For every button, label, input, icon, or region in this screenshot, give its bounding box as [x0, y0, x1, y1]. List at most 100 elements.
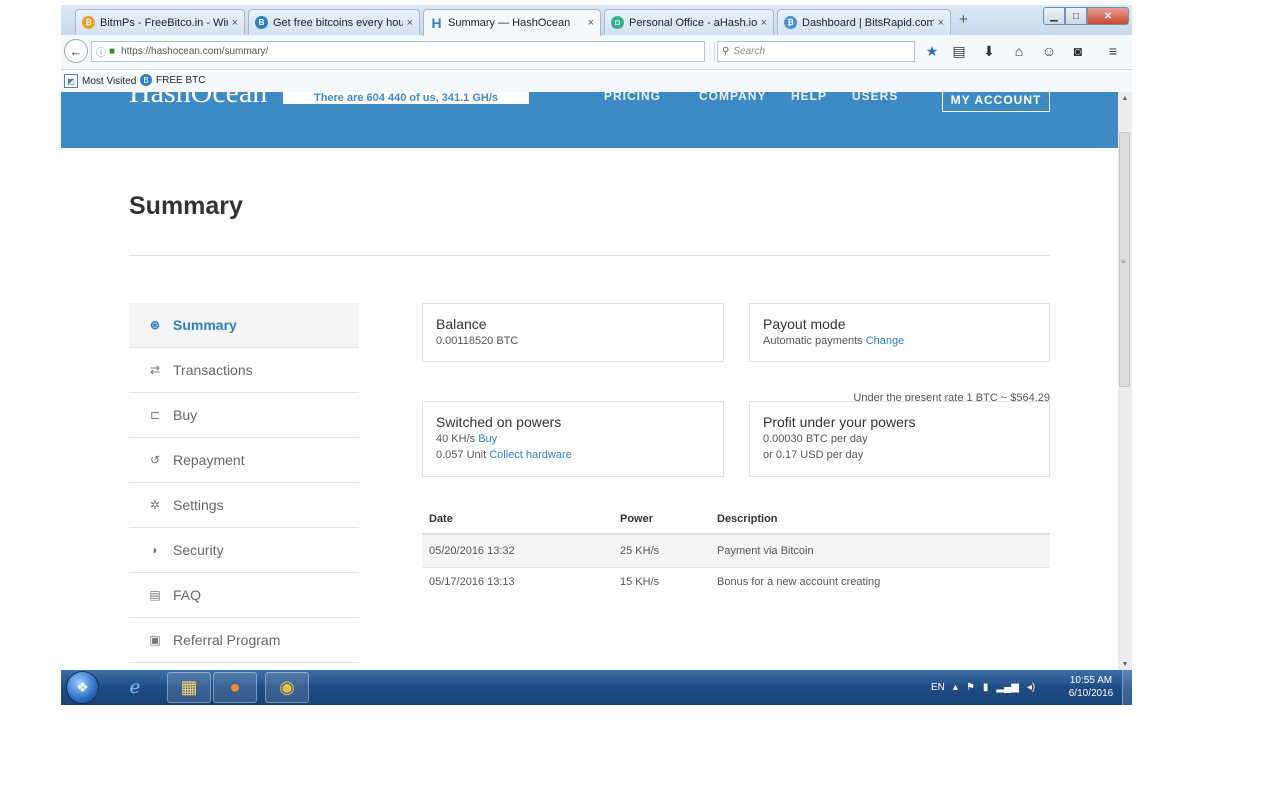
bitcoin-icon: B [140, 74, 152, 86]
shield-icon: ◗ [151, 543, 159, 557]
switched-on-powers-card: Switched on powers 40 KH/s Buy 0.057 Uni… [422, 401, 724, 477]
bookmark-most-visited[interactable]: ◩ Most Visited [64, 74, 136, 88]
sidebar-item-summary[interactable]: ⊛ Summary [129, 303, 359, 348]
close-icon[interactable]: × [761, 17, 767, 29]
bitcoin-icon: ₿ [82, 16, 95, 29]
sidebar-item-label: Referral Program [173, 632, 281, 648]
tab-title: Dashboard | BitsRapid.com [802, 16, 934, 29]
collect-hardware-link[interactable]: Collect hardware [489, 449, 572, 461]
network-signal-icon[interactable]: ▂▄▆ [996, 682, 1018, 693]
close-icon[interactable]: × [938, 17, 944, 29]
powers-value: 40 KH/s [436, 433, 476, 445]
nav-pricing[interactable]: PRICING [604, 92, 661, 103]
windows-logo-icon: ❖ [76, 679, 89, 695]
tab-get-free-bitcoins[interactable]: B Get free bitcoins every hou... × [248, 9, 420, 35]
home-icon[interactable]: ⌂ [1010, 43, 1028, 59]
start-button[interactable]: ❖ [67, 672, 98, 703]
sidebar-item-referral-program[interactable]: ▣ Referral Program [129, 618, 359, 663]
action-center-flag-icon[interactable]: ⚑ [966, 682, 975, 693]
account-sidebar: ⊛ Summary ⇄ Transactions ⊏ Buy ↺ Repayme… [129, 303, 359, 663]
sidebar-item-repayment[interactable]: ↺ Repayment [129, 438, 359, 483]
bookmarks-toolbar: ◩ Most Visited B FREE BTC [61, 70, 1132, 92]
new-tab-button[interactable]: + [959, 11, 968, 28]
internet-explorer-icon[interactable]: ℯ [113, 672, 157, 703]
sidebar-item-buy[interactable]: ⊏ Buy [129, 393, 359, 438]
transactions-table: Date Power Description 05/20/2016 13:32 … [422, 504, 1050, 608]
hello-chat-icon[interactable]: ☺ [1040, 43, 1058, 59]
sidebar-item-settings[interactable]: ✲ Settings [129, 483, 359, 528]
tab-strip: ₿ BitmPs - FreeBitco.in - Win... × B Get… [61, 5, 1132, 36]
site-logo[interactable]: HashOcean [129, 92, 267, 110]
book-icon: ▤ [149, 588, 161, 602]
scroll-down-icon[interactable]: ▼ [1118, 661, 1132, 668]
table-row: 05/20/2016 13:32 25 KH/s Payment via Bit… [422, 534, 1050, 568]
sidebar-item-security[interactable]: ◗ Security [129, 528, 359, 573]
search-placeholder: Search [733, 46, 766, 57]
table-header-row: Date Power Description [422, 504, 1050, 535]
sidebar-item-faq[interactable]: ▤ FAQ [129, 573, 359, 618]
change-payout-link[interactable]: Change [866, 335, 905, 347]
powers-title: Switched on powers [436, 414, 562, 430]
sidebar-item-label: Repayment [173, 452, 245, 468]
nav-company[interactable]: COMPANY [699, 92, 766, 103]
bookmarks-library-icon[interactable]: ▤ [950, 43, 968, 60]
sidebar-item-label: Buy [173, 407, 198, 423]
nav-users[interactable]: USERS [852, 92, 898, 103]
bookmark-label: Most Visited [82, 75, 137, 87]
scroll-up-icon[interactable]: ▲ [1118, 95, 1132, 102]
url-text: https://hashocean.com/summary/ [121, 46, 269, 57]
my-account-button[interactable]: MY ACCOUNT [942, 92, 1050, 112]
grip-icon: ≡ [1121, 257, 1126, 266]
balance-title: Balance [436, 316, 487, 332]
chrome-icon[interactable]: ◉ [265, 672, 309, 703]
close-window-button[interactable]: ✕ [1087, 7, 1129, 25]
tab-bitsrapid[interactable]: ₿ Dashboard | BitsRapid.com × [777, 9, 951, 35]
firefox-icon[interactable]: ● [213, 672, 257, 703]
info-icon[interactable]: ⓘ [96, 44, 106, 59]
maximize-button[interactable]: □ [1065, 7, 1087, 25]
column-header-description: Description [710, 504, 1050, 535]
show-desktop-button[interactable] [1122, 670, 1132, 705]
gear-icon: ✲ [149, 498, 161, 512]
pocket-icon[interactable]: ◙ [1069, 43, 1087, 59]
downloads-icon[interactable]: ⬇ [980, 43, 998, 60]
battery-icon[interactable]: ▮ [983, 682, 989, 693]
profit-title: Profit under your powers [763, 414, 916, 430]
back-arrow-icon: ← [69, 43, 83, 59]
close-icon[interactable]: × [588, 17, 594, 29]
page-title: Summary [129, 192, 243, 220]
clock-time: 10:55 AM [1069, 675, 1113, 686]
search-input[interactable]: ⚲ Search [717, 41, 915, 62]
money-icon: ▣ [149, 633, 161, 647]
tab-title: BitmPs - FreeBitco.in - Win... [100, 16, 228, 29]
cell-power: 15 KH/s [620, 576, 660, 588]
close-icon[interactable]: × [407, 17, 413, 29]
buy-power-link[interactable]: Buy [478, 433, 497, 445]
back-button[interactable]: ← [64, 39, 88, 63]
sidebar-item-transactions[interactable]: ⇄ Transactions [129, 348, 359, 393]
minimize-button[interactable]: ▁ [1043, 7, 1065, 25]
bookmark-free-btc[interactable]: B FREE BTC [140, 74, 205, 86]
tab-hashocean-summary[interactable]: H Summary — HashOcean × [423, 9, 601, 36]
close-icon[interactable]: × [232, 17, 238, 29]
tray-expand-icon[interactable]: ▴ [953, 682, 958, 693]
taskbar-clock[interactable]: 10:55 AM 6/10/2016 [1061, 674, 1121, 700]
screen: ₿ BitmPs - FreeBitco.in - Win... × B Get… [61, 5, 1132, 705]
tab-freebitcoin[interactable]: ₿ BitmPs - FreeBitco.in - Win... × [75, 9, 245, 35]
bookmark-star-icon[interactable]: ★ [923, 43, 941, 60]
bitcoin-icon: B [255, 16, 268, 29]
language-indicator[interactable]: EN [931, 682, 945, 693]
hashocean-icon: H [431, 15, 442, 31]
profit-usd-per-day: or 0.17 USD per day [763, 449, 864, 461]
address-bar[interactable]: ⓘ ■ https://hashocean.com/summary/ ↻ [91, 41, 729, 62]
profit-card: Profit under your powers 0.00030 BTC per… [749, 401, 1050, 477]
volume-icon[interactable]: ◂) [1027, 682, 1035, 693]
tab-ahash[interactable]: ◘ Personal Office - aHash.io × [604, 9, 774, 35]
nav-help[interactable]: HELP [791, 92, 827, 103]
transfer-icon: ⇄ [149, 363, 161, 377]
cell-date: 05/17/2016 13:13 [429, 576, 515, 588]
file-explorer-icon[interactable]: ▦ [167, 672, 211, 703]
page-scrollbar[interactable]: ▲ ≡ ▼ [1118, 92, 1132, 670]
menu-icon[interactable]: ≡ [1104, 43, 1122, 59]
balance-value: 0.00118520 BTC [436, 335, 519, 347]
